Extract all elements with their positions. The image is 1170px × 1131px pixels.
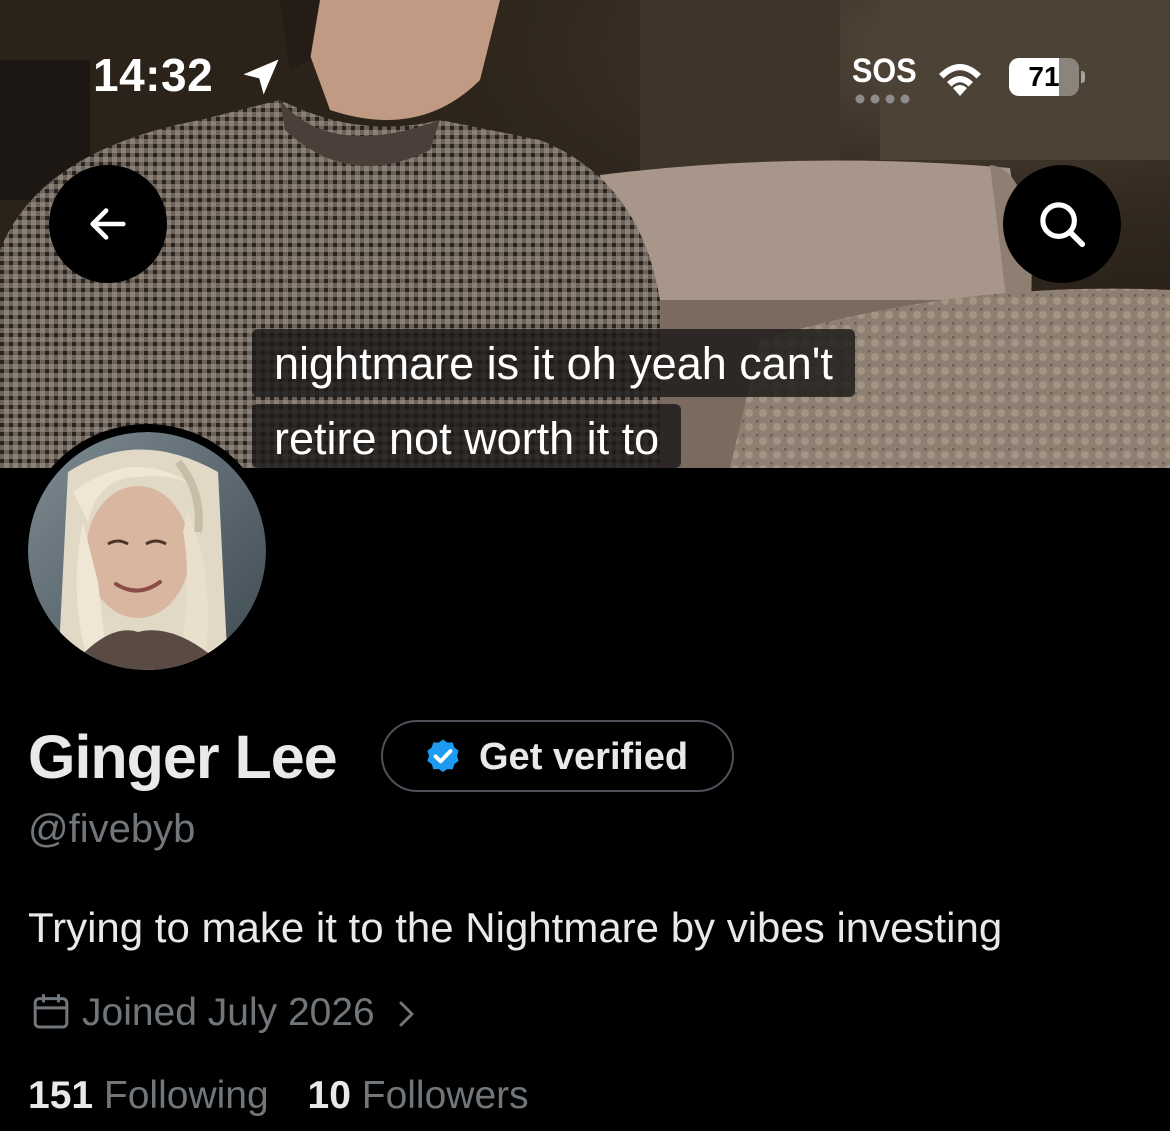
- avatar-image: [28, 432, 266, 670]
- following-count: 151: [28, 1074, 94, 1117]
- battery-body: 71: [1009, 58, 1079, 96]
- status-time: 14:32: [93, 49, 214, 101]
- following-link[interactable]: 151 Following: [28, 1074, 269, 1117]
- signal-dots-icon: [855, 94, 910, 104]
- wifi-icon: [939, 64, 981, 96]
- chevron-right-icon: [399, 1001, 414, 1027]
- search-icon: [1040, 202, 1086, 248]
- followers-link[interactable]: 10 Followers: [308, 1074, 529, 1117]
- subtitle-line-2: retire not worth it to: [252, 404, 682, 468]
- user-handle: @fivebyb: [28, 807, 196, 851]
- get-verified-label: Get verified: [479, 736, 689, 778]
- subtitle-line-1: nightmare is it oh yeah can't: [252, 329, 855, 397]
- followers-label: Followers: [361, 1074, 529, 1117]
- verified-badge-icon: [427, 739, 459, 773]
- sos-indicator: SOS: [852, 52, 917, 90]
- battery-nub: [1081, 71, 1085, 83]
- joined-date: Joined July 2026: [82, 991, 375, 1034]
- avatar[interactable]: [20, 424, 274, 678]
- display-name: Ginger Lee: [28, 723, 338, 791]
- calendar-icon: [33, 993, 69, 1029]
- location-arrow-icon: [243, 59, 279, 95]
- get-verified-button[interactable]: Get verified: [381, 720, 734, 792]
- following-label: Following: [103, 1074, 269, 1117]
- follow-stats: 151 Following 10 Followers: [28, 1074, 557, 1118]
- battery-level: 71: [1028, 61, 1060, 92]
- bio-text: Trying to make it to the Nightmare by vi…: [28, 904, 1003, 951]
- search-button[interactable]: [1003, 165, 1121, 283]
- back-button[interactable]: [49, 165, 167, 283]
- arrow-left-icon: [90, 208, 126, 240]
- battery-indicator: 71: [1009, 58, 1085, 96]
- followers-count: 10: [307, 1074, 351, 1117]
